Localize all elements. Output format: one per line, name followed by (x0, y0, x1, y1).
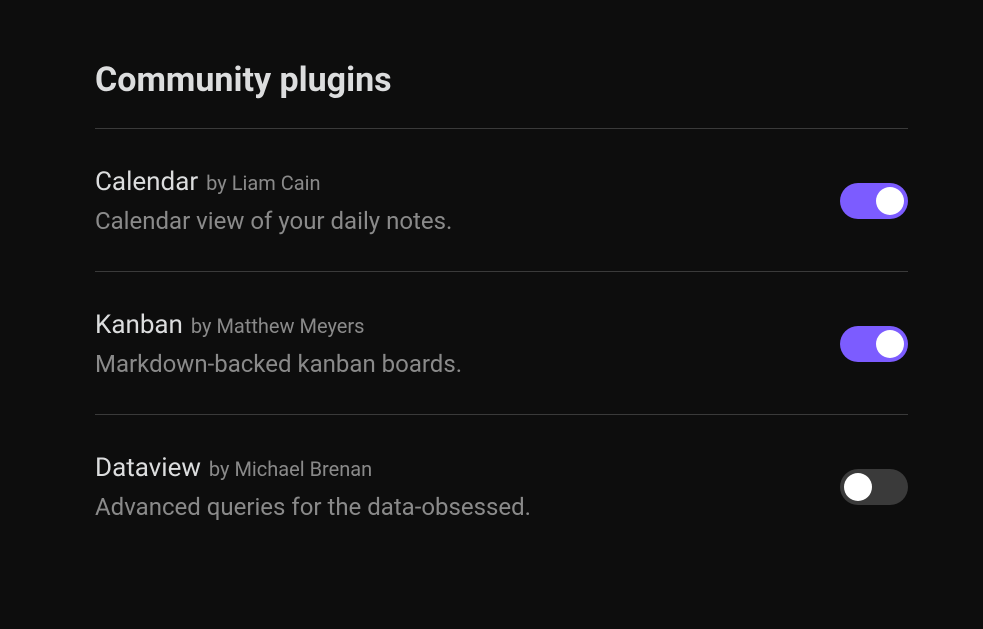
plugin-author: by Matthew Meyers (191, 314, 365, 338)
section-title: Community plugins (95, 60, 908, 100)
plugin-author: by Michael Brenan (209, 457, 372, 481)
plugin-info: Dataview by Michael Brenan Advanced queri… (95, 453, 840, 521)
plugin-row-kanban: Kanban by Matthew Meyers Markdown-backed … (95, 272, 908, 414)
plugin-name: Calendar by Liam Cain (95, 167, 840, 197)
plugin-description: Calendar view of your daily notes. (95, 207, 840, 235)
plugin-description: Markdown-backed kanban boards. (95, 350, 840, 378)
plugin-name-text: Dataview (95, 453, 201, 483)
plugin-description: Advanced queries for the data-obsessed. (95, 493, 840, 521)
plugin-name-text: Calendar (95, 167, 198, 197)
plugin-name-text: Kanban (95, 310, 183, 340)
plugin-info: Kanban by Matthew Meyers Markdown-backed … (95, 310, 840, 378)
toggle-knob (876, 187, 904, 215)
plugin-info: Calendar by Liam Cain Calendar view of yo… (95, 167, 840, 235)
toggle-dataview[interactable] (840, 469, 908, 505)
plugin-row-dataview: Dataview by Michael Brenan Advanced queri… (95, 415, 908, 557)
toggle-calendar[interactable] (840, 183, 908, 219)
plugin-author: by Liam Cain (206, 171, 320, 195)
plugin-row-calendar: Calendar by Liam Cain Calendar view of yo… (95, 129, 908, 271)
toggle-kanban[interactable] (840, 326, 908, 362)
toggle-knob (844, 473, 872, 501)
toggle-knob (876, 330, 904, 358)
plugin-name: Dataview by Michael Brenan (95, 453, 840, 483)
plugin-name: Kanban by Matthew Meyers (95, 310, 840, 340)
